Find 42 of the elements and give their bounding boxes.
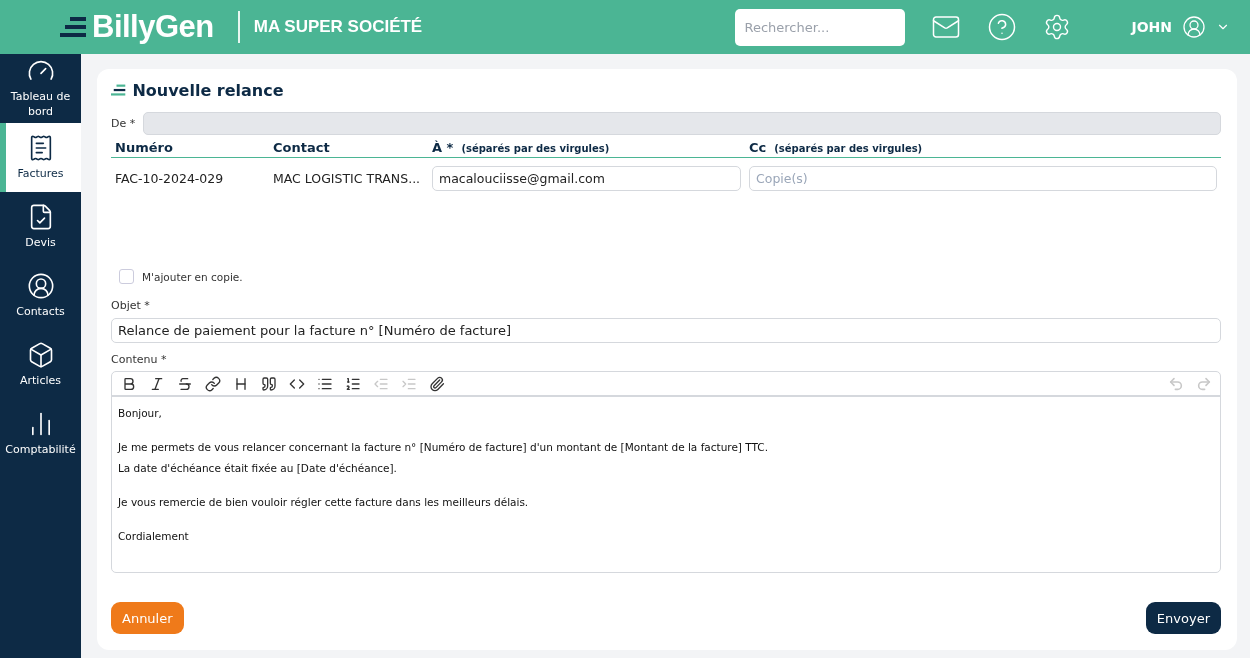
checkbox-label: M'ajouter en copie. <box>142 270 243 283</box>
numbers-icon[interactable] <box>344 375 361 392</box>
stripes-logo-icon <box>60 16 88 38</box>
table-cell-text: MAC LOGISTIC TRANS... <box>272 170 422 188</box>
sidebar-item[interactable]: Articles <box>0 330 81 399</box>
user-icon[interactable] <box>1182 15 1206 39</box>
sidebar-item[interactable]: Factures <box>0 123 81 192</box>
message-text: Bonjour, <box>118 406 163 421</box>
table-cell-text: FAC-10-2024-029 <box>114 170 225 188</box>
column-hint: (séparés par des virgules) <box>774 143 923 154</box>
send-button[interactable]: Envoyer <box>1145 602 1221 634</box>
attach-icon[interactable] <box>428 375 445 392</box>
sender-field[interactable] <box>143 112 1221 135</box>
search-field[interactable]: Rechercher... <box>735 8 906 46</box>
field-label: Contenu * <box>111 353 167 366</box>
message-text: La date d'échéance était fixée au [Date d'échéance]. <box>118 461 398 476</box>
column-header: Cc <box>749 140 767 155</box>
column-header: Numéro <box>115 140 173 155</box>
recipient-field[interactable]: macalouciisse@gmail.com <box>432 166 741 191</box>
logo-text: BillyGen <box>92 9 214 45</box>
sidebar-item[interactable]: Contacts <box>0 261 81 330</box>
message-text: Je me permets de vous relancer concernant la facture n° [Numéro de facture] d'un montant de [Montant de la facture] TTC. <box>118 440 769 455</box>
subject-field[interactable]: Relance de paiement pour la facture n° [Numéro de facture] <box>111 318 1221 343</box>
help-icon[interactable] <box>987 12 1018 42</box>
column-hint: (séparés par des virgules) <box>461 143 610 154</box>
checkbox[interactable] <box>119 269 134 284</box>
cc-field[interactable]: Copie(s) <box>749 166 1217 191</box>
sidebar-item[interactable]: Tableau de bord <box>0 54 81 123</box>
field-label: Objet * <box>111 299 150 312</box>
sidebar-item[interactable]: Devis <box>0 192 81 261</box>
company-name: MA SUPER SOCIÉTÉ <box>253 17 423 37</box>
form-title: Nouvelle relance <box>132 81 284 100</box>
column-header: À * <box>432 140 454 155</box>
message-text: Je vous remercie de bien vouloir régler cette facture dans les meilleurs délais. <box>118 495 530 510</box>
strike-icon[interactable] <box>176 375 193 392</box>
field-label: De * <box>111 117 136 130</box>
sidebar-item[interactable]: Comptabilité <box>0 399 81 468</box>
stripes-logo-icon <box>111 84 127 97</box>
message-text: Cordialement <box>118 529 190 544</box>
link-icon[interactable] <box>204 375 221 392</box>
contact-icon <box>26 271 55 300</box>
column-header: Contact <box>273 140 330 155</box>
